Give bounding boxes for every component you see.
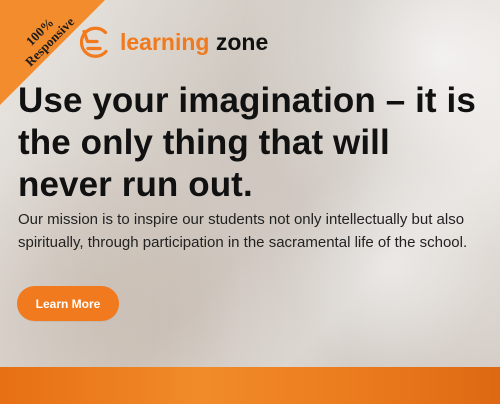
site-brand[interactable]: learning zone <box>74 22 268 62</box>
learn-more-button[interactable]: Learn More <box>17 286 119 321</box>
hero-description: Our mission is to inspire our students n… <box>18 211 468 251</box>
brand-name: learning zone <box>120 28 269 55</box>
bottom-accent-band <box>0 367 500 404</box>
learning-zone-logo-icon <box>79 26 108 58</box>
brand-name-primary: learning <box>120 28 210 55</box>
hero-title: Use your imagination – it is the only th… <box>18 81 476 204</box>
hero-section: 100% Responsive learning zone Use your i… <box>0 0 500 404</box>
brand-name-secondary: zone <box>215 28 269 55</box>
